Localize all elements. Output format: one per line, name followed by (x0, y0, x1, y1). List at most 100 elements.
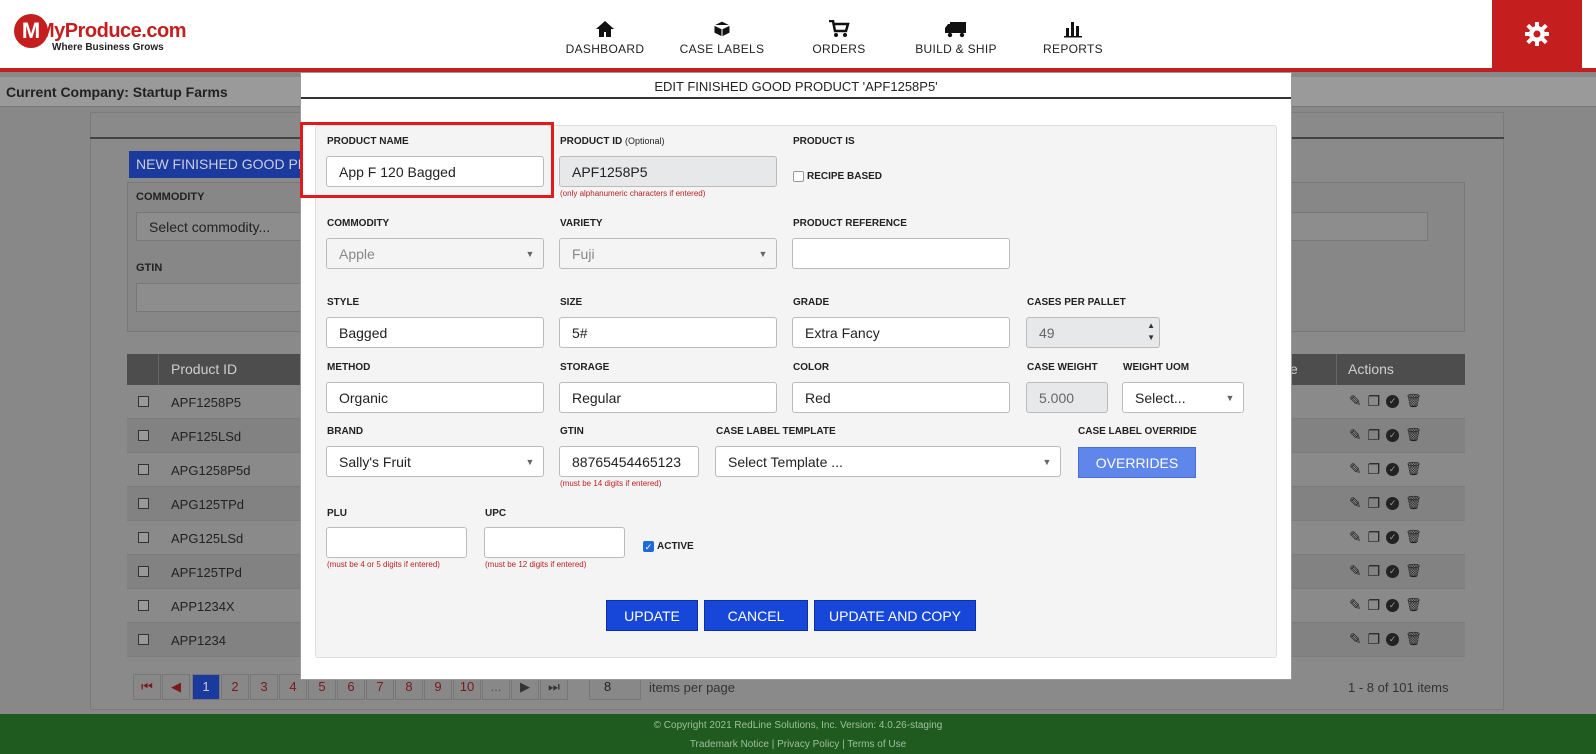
case-label-override-label: CASE LABEL OVERRIDE (1078, 426, 1197, 437)
commodity-select[interactable]: Apple ▼ (326, 238, 544, 269)
product-id-input[interactable]: APF1258P5 (559, 156, 777, 187)
nav-label: REPORTS (1043, 42, 1103, 56)
approve-icon[interactable]: ✓ (1386, 428, 1400, 442)
truck-icon (945, 22, 966, 38)
chevron-down-icon: ▼ (525, 248, 535, 259)
row-checkbox[interactable] (138, 498, 149, 509)
delete-icon[interactable]: 🗑 (1405, 495, 1422, 511)
active-checkbox[interactable]: ✓ (643, 541, 654, 552)
delete-icon[interactable]: 🗑 (1405, 597, 1422, 613)
style-input[interactable]: Bagged (326, 317, 544, 348)
plu-input[interactable] (326, 527, 467, 558)
edit-icon[interactable]: ✎ (1349, 562, 1362, 580)
delete-icon[interactable]: 🗑 (1405, 427, 1422, 443)
approve-icon[interactable]: ✓ (1386, 598, 1400, 612)
chevron-down-icon: ▼ (758, 248, 768, 259)
edit-icon[interactable]: ✎ (1349, 596, 1362, 614)
copy-icon[interactable]: ❐ (1368, 427, 1381, 444)
nav-reports[interactable]: REPORTS (1018, 20, 1128, 56)
col-product-id[interactable]: Product ID (171, 361, 237, 377)
pager-page[interactable]: 1 (192, 674, 220, 700)
case-label-template-select[interactable]: Select Template ... ▼ (715, 446, 1061, 477)
edit-icon[interactable]: ✎ (1349, 392, 1362, 410)
edit-icon[interactable]: ✎ (1349, 426, 1362, 444)
delete-icon[interactable]: 🗑 (1405, 529, 1422, 545)
new-product-button[interactable]: NEW FINISHED GOOD PRO (129, 151, 309, 178)
variety-select[interactable]: Fuji ▼ (559, 238, 777, 269)
approve-icon[interactable]: ✓ (1386, 394, 1400, 408)
delete-icon[interactable]: 🗑 (1405, 631, 1422, 647)
cases-per-pallet-stepper[interactable]: 49 ▲ ▼ (1026, 317, 1160, 348)
edit-icon[interactable]: ✎ (1349, 494, 1362, 512)
case-weight-input[interactable]: 5.000 (1026, 382, 1108, 413)
delete-icon[interactable]: 🗑 (1405, 393, 1422, 409)
nav-label: DASHBOARD (565, 42, 645, 56)
edit-icon[interactable]: ✎ (1349, 460, 1362, 478)
row-actions: ✎ ❐ ✓ 🗑 (1349, 392, 1422, 411)
commodity-value: Apple (339, 246, 375, 262)
approve-icon[interactable]: ✓ (1386, 462, 1400, 476)
approve-icon[interactable]: ✓ (1386, 530, 1400, 544)
row-checkbox[interactable] (138, 464, 149, 475)
items-per-page-label: items per page (649, 680, 735, 695)
row-checkbox[interactable] (138, 600, 149, 611)
copy-icon[interactable]: ❐ (1368, 461, 1381, 478)
variety-value: Fuji (572, 246, 595, 262)
variety-label: VARIETY (560, 218, 603, 229)
brand-select[interactable]: Sally's Fruit ▼ (326, 446, 544, 477)
settings-button[interactable] (1492, 0, 1582, 68)
copy-icon[interactable]: ❐ (1368, 631, 1381, 648)
method-input[interactable]: Organic (326, 382, 544, 413)
product-id-label: PRODUCT ID (Optional) (560, 136, 665, 147)
weight-uom-select[interactable]: Select... ▼ (1122, 382, 1244, 413)
row-product-id: APG125LSd (171, 531, 244, 546)
case-label-template-value: Select Template ... (728, 454, 843, 470)
pager-prev[interactable]: ◀ (162, 674, 190, 700)
cases-per-pallet-label: CASES PER PALLET (1027, 297, 1126, 308)
size-input[interactable]: 5# (559, 317, 777, 348)
product-reference-input[interactable] (792, 238, 1010, 269)
row-checkbox[interactable] (138, 634, 149, 645)
footer-links[interactable]: Trademark Notice | Privacy Policy | Term… (0, 739, 1596, 750)
upc-label: UPC (485, 508, 507, 519)
copy-icon[interactable]: ❐ (1368, 563, 1381, 580)
approve-icon[interactable]: ✓ (1386, 564, 1400, 578)
approve-icon[interactable]: ✓ (1386, 632, 1400, 646)
nav-case-labels[interactable]: CASE LABELS (667, 20, 777, 56)
storage-input[interactable]: Regular (559, 382, 777, 413)
edit-icon[interactable]: ✎ (1349, 528, 1362, 546)
app-header: M MyProduce.com Where Business Grows DAS… (0, 0, 1596, 70)
row-checkbox[interactable] (138, 532, 149, 543)
pager-page[interactable]: 2 (221, 674, 249, 700)
update-button[interactable]: UPDATE (606, 600, 698, 631)
copy-icon[interactable]: ❐ (1368, 393, 1381, 410)
edit-icon[interactable]: ✎ (1349, 630, 1362, 648)
pager-first[interactable]: ⏮ (133, 674, 161, 700)
row-actions: ✎ ❐ ✓ 🗑 (1349, 596, 1422, 615)
approve-icon[interactable]: ✓ (1386, 496, 1400, 510)
copy-icon[interactable]: ❐ (1368, 495, 1381, 512)
nav-build-ship[interactable]: BUILD & SHIP (901, 20, 1011, 56)
row-checkbox[interactable] (138, 430, 149, 441)
color-input[interactable]: Red (792, 382, 1010, 413)
upc-input[interactable] (484, 527, 625, 558)
stepper-arrows-icon[interactable]: ▲ ▼ (1147, 320, 1155, 344)
pager-page[interactable]: 3 (250, 674, 278, 700)
weight-uom-value: Select... (1135, 390, 1186, 406)
nav-orders[interactable]: ORDERS (784, 20, 894, 56)
copy-icon[interactable]: ❐ (1368, 597, 1381, 614)
row-checkbox[interactable] (138, 396, 149, 407)
overrides-button[interactable]: OVERRIDES (1078, 447, 1196, 478)
update-and-copy-button[interactable]: UPDATE AND COPY (814, 600, 976, 631)
nav-label: CASE LABELS (679, 42, 765, 56)
recipe-based-checkbox[interactable] (793, 171, 804, 182)
row-checkbox[interactable] (138, 566, 149, 577)
gtin-input[interactable]: 88765454465123 (559, 446, 699, 477)
copy-icon[interactable]: ❐ (1368, 529, 1381, 546)
nav-dashboard[interactable]: DASHBOARD (550, 20, 660, 56)
delete-icon[interactable]: 🗑 (1405, 461, 1422, 477)
color-label: COLOR (793, 362, 830, 373)
delete-icon[interactable]: 🗑 (1405, 563, 1422, 579)
cancel-button[interactable]: CANCEL (704, 600, 808, 631)
grade-input[interactable]: Extra Fancy (792, 317, 1010, 348)
